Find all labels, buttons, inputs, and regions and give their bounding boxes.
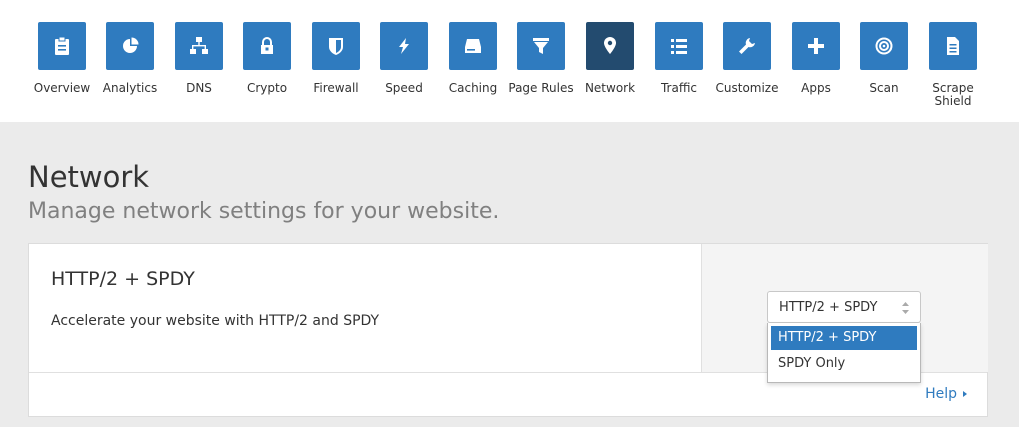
nav-item-page-rules[interactable]: Page Rules [507,22,575,95]
nav-label: Customize [715,81,779,95]
setting-description: Accelerate your website with HTTP/2 and … [51,313,380,329]
shield-icon [312,22,360,70]
nav-item-speed[interactable]: Speed [370,22,438,95]
lock-icon [243,22,291,70]
nav-label: DNS [186,81,212,95]
nav-label: Overview [33,81,91,95]
nav-item-firewall[interactable]: Firewall [302,22,370,95]
nav-label: Speed [385,81,423,95]
setting-title: HTTP/2 + SPDY [51,268,195,290]
clipboard-icon [38,22,86,70]
nav-item-overview[interactable]: Overview [28,22,96,95]
setting-card-http2-spdy: HTTP/2 + SPDY Accelerate your website wi… [28,243,988,417]
lightning-icon [380,22,428,70]
nav-label: Analytics [102,81,158,95]
nav-label: Firewall [313,81,359,95]
nav-item-traffic[interactable]: Traffic [645,22,713,95]
option-http2-spdy[interactable]: HTTP/2 + SPDY [771,326,917,350]
select-arrows-icon [902,302,909,314]
network-tree-icon [175,22,223,70]
caret-right-icon [963,391,967,397]
select-dropdown-menu: HTTP/2 + SPDY SPDY Only [767,323,921,383]
pie-chart-icon [106,22,154,70]
page-title: Network [28,160,150,194]
help-label: Help [925,386,957,402]
nav-label: Scrape Shield [932,81,974,108]
nav-label: Scan [869,81,899,95]
nav-item-crypto[interactable]: Crypto [233,22,301,95]
drive-icon [449,22,497,70]
location-pin-icon [586,22,634,70]
page-subtitle: Manage network settings for your website… [28,199,500,224]
nav-label: Network [584,81,636,95]
nav-item-scrape-shield[interactable]: Scrape Shield [919,22,987,108]
target-icon [860,22,908,70]
nav-item-dns[interactable]: DNS [165,22,233,95]
nav-item-network[interactable]: Network [576,22,644,95]
list-icon [655,22,703,70]
nav-item-caching[interactable]: Caching [439,22,507,95]
select-value: HTTP/2 + SPDY [779,300,878,315]
document-icon [929,22,977,70]
help-link[interactable]: Help [925,386,967,402]
nav-label: Traffic [660,81,698,95]
nav-label: Page Rules [508,81,574,95]
http2-spdy-select[interactable]: HTTP/2 + SPDY [767,291,921,323]
nav-label: Crypto [246,81,288,95]
nav-label: Caching [448,81,498,95]
plus-icon [792,22,840,70]
nav-item-analytics[interactable]: Analytics [96,22,164,95]
nav-item-customize[interactable]: Customize [713,22,781,95]
filter-icon [517,22,565,70]
nav-item-apps[interactable]: Apps [782,22,850,95]
nav-item-scan[interactable]: Scan [850,22,918,95]
option-spdy-only[interactable]: SPDY Only [771,352,917,376]
top-navigation: Overview Analytics DNS Crypto Firewall S… [0,0,1019,122]
wrench-icon [723,22,771,70]
nav-label: Apps [801,81,831,95]
